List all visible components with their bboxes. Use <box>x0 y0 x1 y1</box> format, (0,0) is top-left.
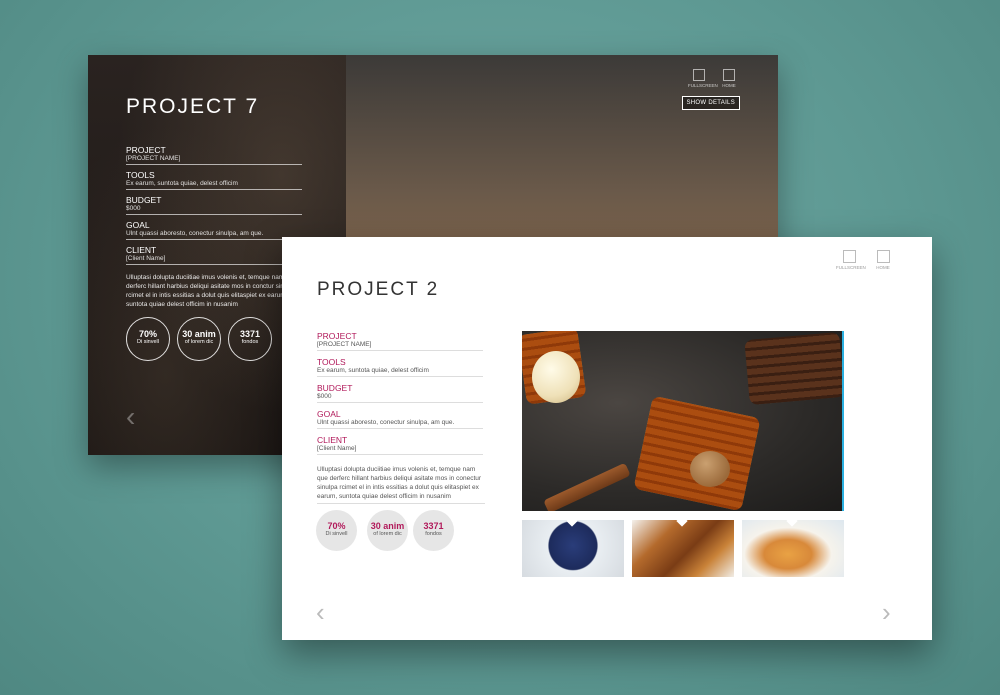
field-label: CLIENT <box>317 435 348 445</box>
stat-label: Di sinvell <box>136 339 159 345</box>
show-details-button[interactable]: SHOW DETAILS <box>681 96 740 110</box>
front-stat-percent: 70% Di sinvell <box>316 510 357 551</box>
waffle-shape <box>744 331 842 406</box>
field-value: [Client Name] <box>317 445 483 455</box>
field-value: $000 <box>126 205 302 215</box>
stat-number: 70% <box>138 329 157 339</box>
back-field-tools: TOOLS Ex earum, suntota quiae, delest of… <box>126 170 302 190</box>
fullscreen-icon-glyph <box>693 69 705 81</box>
prev-arrow-icon[interactable]: ‹ <box>316 597 325 628</box>
field-label: BUDGET <box>126 195 162 205</box>
icon-label: HOME <box>876 265 890 270</box>
thumbnail-pointer <box>676 520 688 527</box>
back-field-project: PROJECT [PROJECT NAME] <box>126 145 302 165</box>
thumbnail-pancakes[interactable] <box>742 520 844 577</box>
front-field-goal: GOAL Ulnt quassi aboresto, conectur sinu… <box>317 409 483 429</box>
front-field-budget: BUDGET $000 <box>317 383 483 403</box>
fullscreen-icon[interactable]: FULLSCREEN <box>836 250 866 270</box>
field-value: [PROJECT NAME] <box>317 341 483 351</box>
stat-label: of lorem dic <box>373 531 402 537</box>
back-stat-anim: 30 anim of lorem dic <box>177 317 221 361</box>
field-value: [Client Name] <box>126 255 302 265</box>
front-stat-fondos: 3371 fondos <box>413 510 454 551</box>
stat-number: 30 anim <box>370 521 405 531</box>
field-label: GOAL <box>126 220 150 230</box>
stat-label: Di sinvell <box>325 531 348 537</box>
home-icon-glyph <box>723 69 735 81</box>
back-prev-arrow-icon[interactable]: ‹ <box>126 401 135 433</box>
back-stat-percent: 70% Di sinvell <box>126 317 170 361</box>
front-field-client: CLIENT [Client Name] <box>317 435 483 455</box>
field-value: Ex earum, suntota quiae, delest officim <box>126 180 302 190</box>
icon-label: FULLSCREEN <box>836 265 866 270</box>
next-arrow-icon[interactable]: › <box>882 597 891 628</box>
nut-topping <box>690 451 730 487</box>
home-icon[interactable]: HOME <box>718 69 740 88</box>
main-waffle-photo <box>522 331 844 511</box>
thumbnail-pointer <box>566 520 578 527</box>
front-stat-anim: 30 anim of lorem dic <box>367 510 408 551</box>
stat-number: 70% <box>327 521 346 531</box>
home-icon[interactable]: HOME <box>870 250 896 270</box>
field-label: BUDGET <box>317 383 353 393</box>
field-label: GOAL <box>317 409 341 419</box>
field-label: CLIENT <box>126 245 157 255</box>
front-field-project: PROJECT [PROJECT NAME] <box>317 331 483 351</box>
home-icon-glyph <box>876 250 890 263</box>
stat-number: 3371 <box>239 329 261 339</box>
cinnamon-stick <box>543 462 631 511</box>
back-field-budget: BUDGET $000 <box>126 195 302 215</box>
field-value: Ulnt quassi aboresto, conectur sinulpa, … <box>317 419 483 429</box>
stat-number: 30 anim <box>182 329 216 339</box>
field-label: PROJECT <box>317 331 357 341</box>
fullscreen-icon[interactable]: FULLSCREEN <box>688 69 718 88</box>
waffle-shape <box>633 395 761 511</box>
front-top-icons: FULLSCREEN HOME <box>836 250 896 270</box>
front-project-card: PROJECT 2 FULLSCREEN HOME PROJECT [PROJE… <box>282 237 932 640</box>
field-label: TOOLS <box>317 357 346 367</box>
back-field-goal: GOAL Ulnt quassi aboresto, conectur sinu… <box>126 220 302 240</box>
cream-scoop <box>532 351 580 403</box>
front-field-tools: TOOLS Ex earum, suntota quiae, delest of… <box>317 357 483 377</box>
icon-label: FULLSCREEN <box>688 83 718 88</box>
back-field-client: CLIENT [Client Name] <box>126 245 302 265</box>
field-value: Ex earum, suntota quiae, delest officim <box>317 367 483 377</box>
back-project-title: PROJECT 7 <box>126 95 260 118</box>
stat-label: fondos <box>425 531 442 537</box>
thumbnail-blueberries[interactable] <box>522 520 624 577</box>
field-value: Ulnt quassi aboresto, conectur sinulpa, … <box>126 230 302 240</box>
back-stat-fondos: 3371 fondos <box>228 317 272 361</box>
thumbnail-pointer <box>786 520 798 527</box>
stat-label: of lorem dic <box>184 339 214 345</box>
field-label: TOOLS <box>126 170 155 180</box>
stat-label: fondos <box>241 339 259 345</box>
stat-number: 3371 <box>423 521 444 531</box>
front-project-title: PROJECT 2 <box>317 279 440 300</box>
field-value: [PROJECT NAME] <box>126 155 302 165</box>
back-top-icons: FULLSCREEN HOME <box>688 69 740 88</box>
thumbnail-pastries[interactable] <box>632 520 734 577</box>
fullscreen-icon-glyph <box>842 250 856 263</box>
field-label: PROJECT <box>126 145 166 155</box>
front-description: Ulluptasi dolupta duciitiae imus volenis… <box>317 465 485 504</box>
icon-label: HOME <box>722 83 736 88</box>
back-description: Ulluptasi dolupta duciitiae imus volenis… <box>126 274 297 308</box>
field-value: $000 <box>317 393 483 403</box>
